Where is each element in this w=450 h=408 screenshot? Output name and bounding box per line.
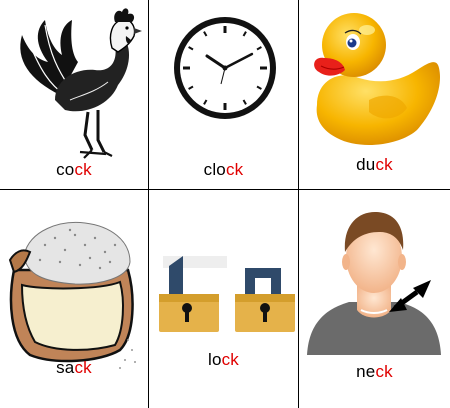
card-sack: sack: [0, 190, 149, 408]
word-suffix-highlight: ck: [225, 160, 244, 179]
word-sack: sack: [0, 358, 148, 378]
word-suffix-highlight: ck: [74, 160, 92, 179]
word-prefix: du: [356, 155, 376, 174]
word-prefix: lo: [207, 350, 222, 369]
card-lock: lock: [149, 190, 299, 408]
card-clock: clock: [149, 0, 299, 190]
word-clock: clock: [149, 160, 298, 180]
card-cock: cock: [0, 0, 149, 190]
word-prefix: clo: [203, 160, 226, 179]
word-cock: cock: [0, 160, 148, 180]
word-suffix-highlight: ck: [221, 350, 240, 369]
card-duck: duck: [299, 0, 450, 190]
word-lock: lock: [149, 350, 298, 370]
word-prefix: co: [56, 160, 75, 179]
flashcard-grid: cock clock duck sack lock neck: [0, 0, 450, 408]
word-prefix: ne: [356, 362, 376, 381]
word-prefix: sa: [56, 358, 75, 377]
card-neck: neck: [299, 190, 450, 408]
word-neck: neck: [299, 362, 450, 382]
word-suffix-highlight: ck: [375, 362, 393, 381]
word-suffix-highlight: ck: [375, 155, 393, 174]
word-duck: duck: [299, 155, 450, 175]
padlocks-image: [159, 256, 295, 332]
word-suffix-highlight: ck: [74, 358, 92, 377]
